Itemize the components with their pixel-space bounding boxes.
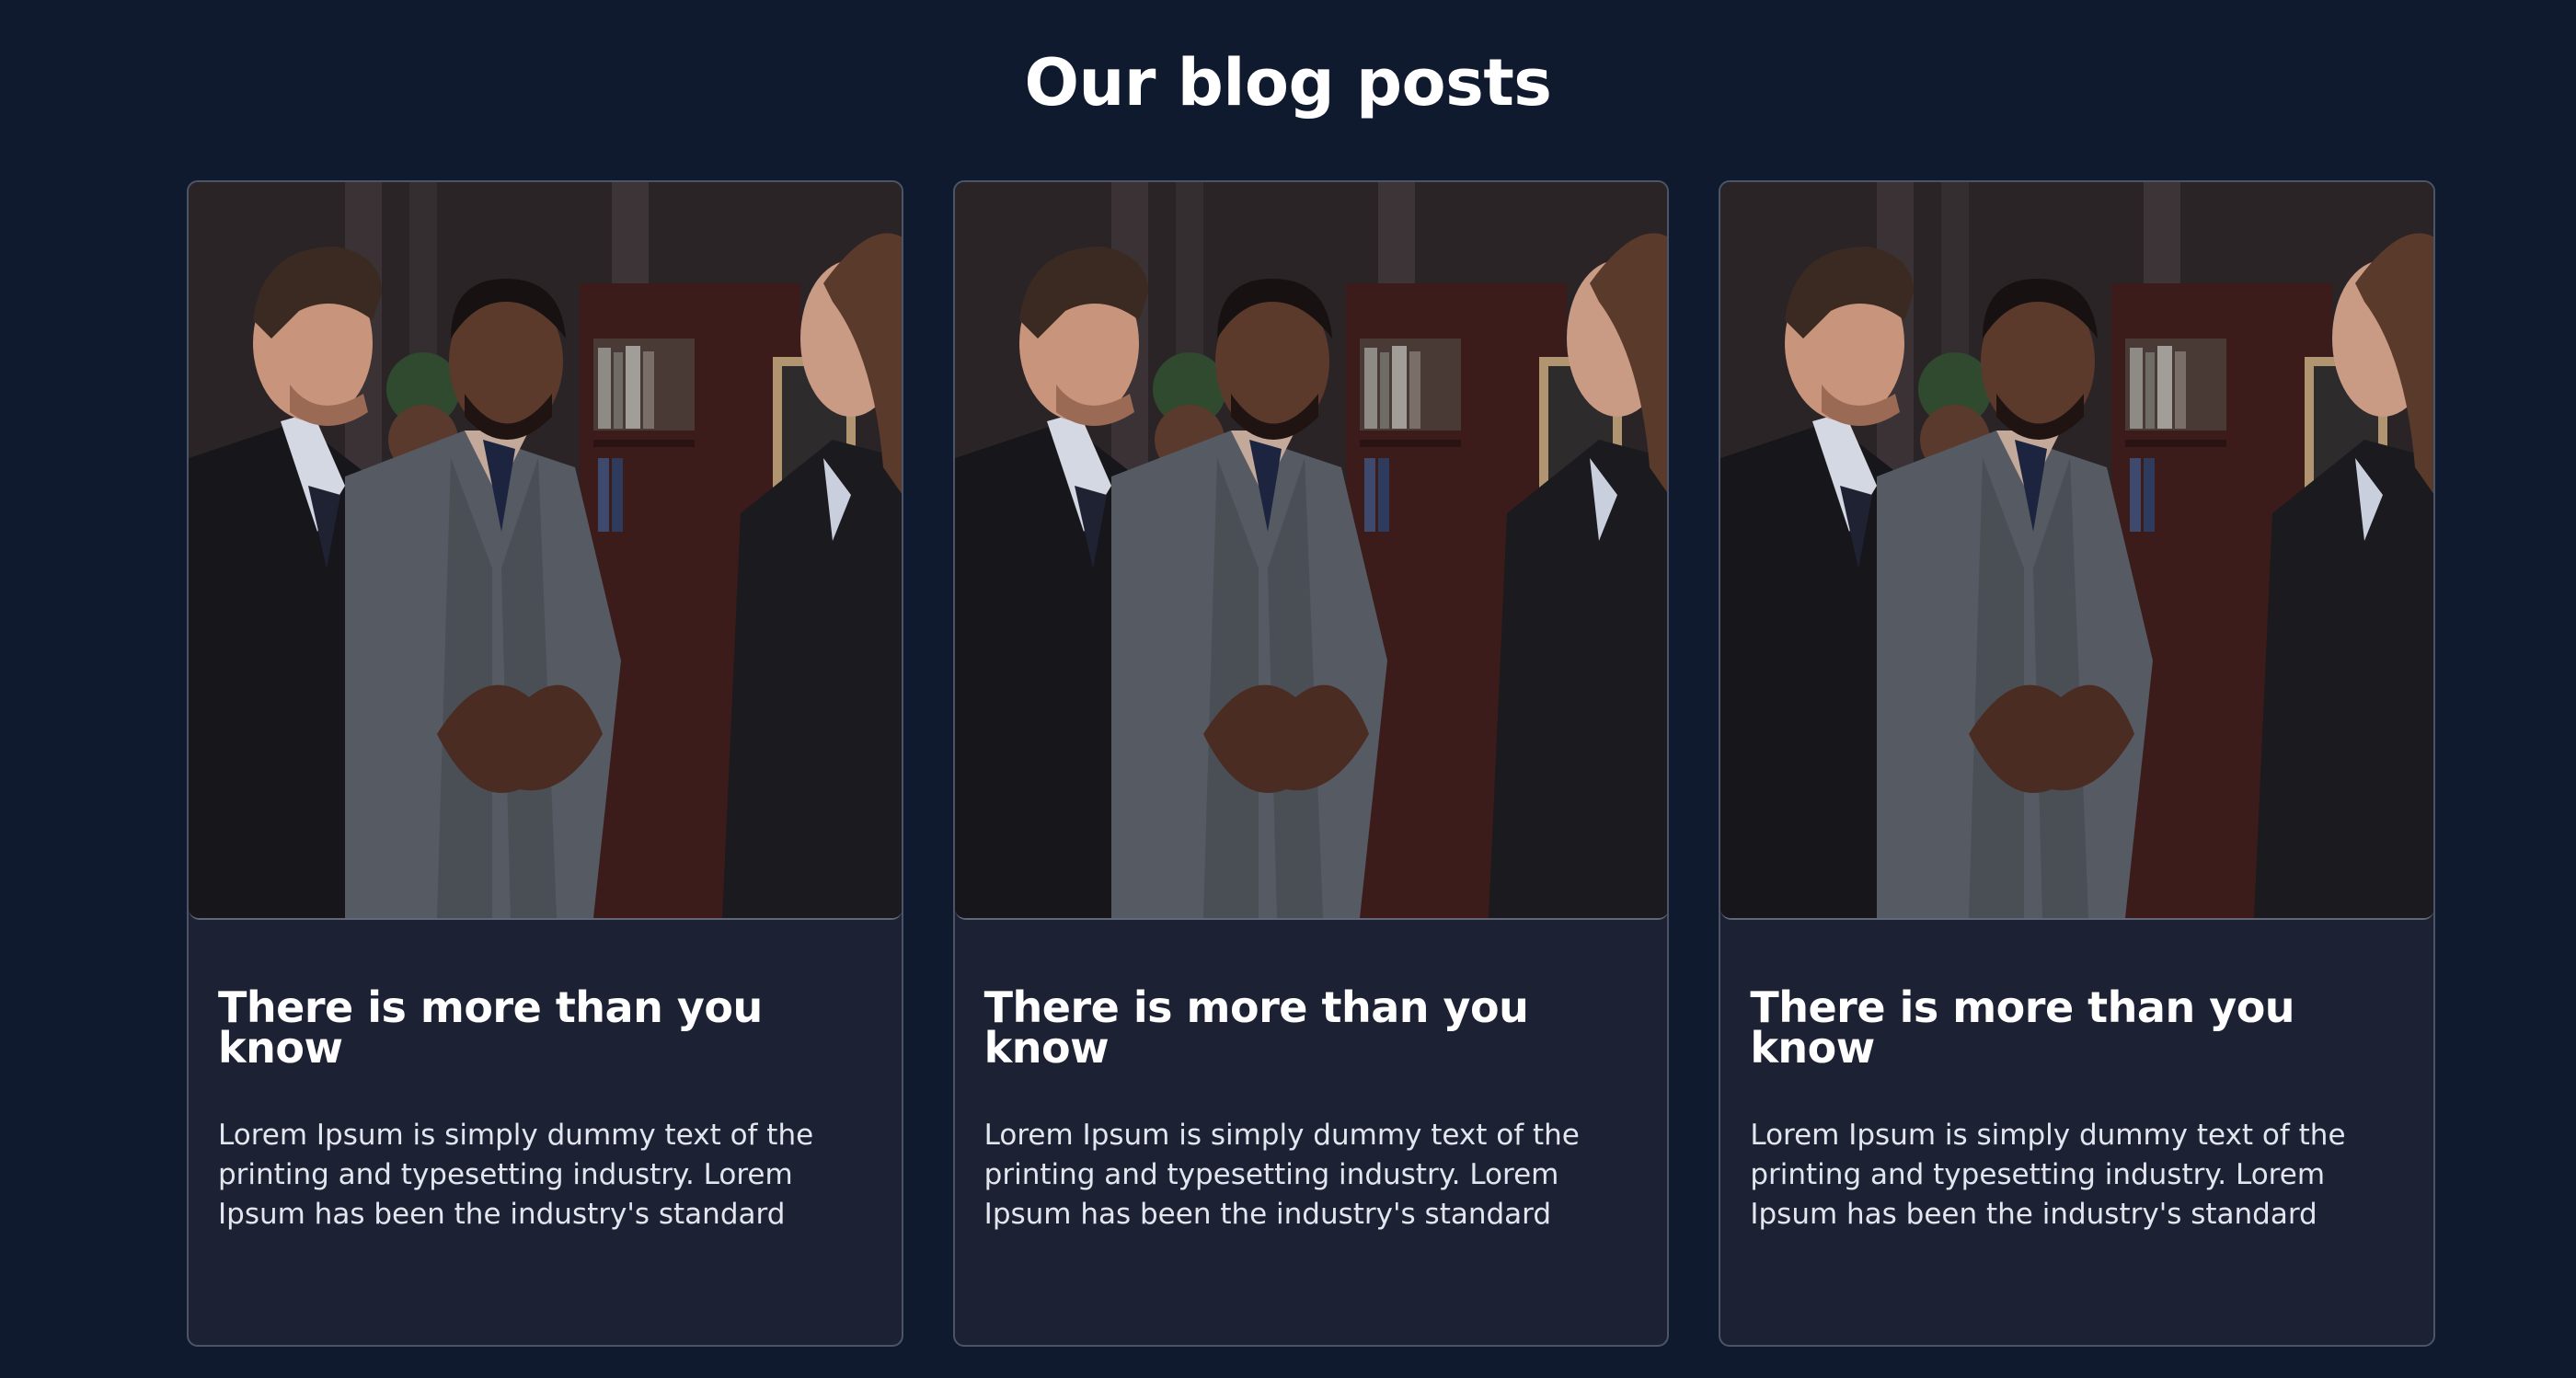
business-meeting-photo	[189, 182, 902, 918]
section-heading: Our blog posts	[1024, 45, 1552, 121]
blog-post-card[interactable]: There is more than you know Lorem Ipsum …	[1719, 180, 2436, 1347]
blog-post-card[interactable]: There is more than you know Lorem Ipsum …	[952, 180, 1670, 1347]
blog-post-image[interactable]	[954, 182, 1668, 920]
business-meeting-photo	[954, 182, 1668, 918]
blog-section: Our blog posts There is more than you kn…	[0, 0, 2576, 1378]
blog-post-card[interactable]: There is more than you know Lorem Ipsum …	[187, 180, 903, 1347]
blog-post-excerpt: Lorem Ipsum is simply dummy text of the …	[218, 1119, 814, 1231]
blog-post-title[interactable]: There is more than you know	[1750, 986, 2394, 1069]
blog-post-excerpt: Lorem Ipsum is simply dummy text of the …	[983, 1119, 1580, 1231]
blog-post-title[interactable]: There is more than you know	[218, 986, 862, 1069]
business-meeting-photo	[1720, 182, 2434, 918]
blog-post-image[interactable]	[1720, 182, 2434, 920]
blog-post-list: There is more than you know Lorem Ipsum …	[187, 180, 2436, 1347]
blog-post-title[interactable]: There is more than you know	[984, 986, 1628, 1069]
blog-post-excerpt: Lorem Ipsum is simply dummy text of the …	[1750, 1119, 2346, 1231]
blog-post-image[interactable]	[189, 182, 902, 920]
